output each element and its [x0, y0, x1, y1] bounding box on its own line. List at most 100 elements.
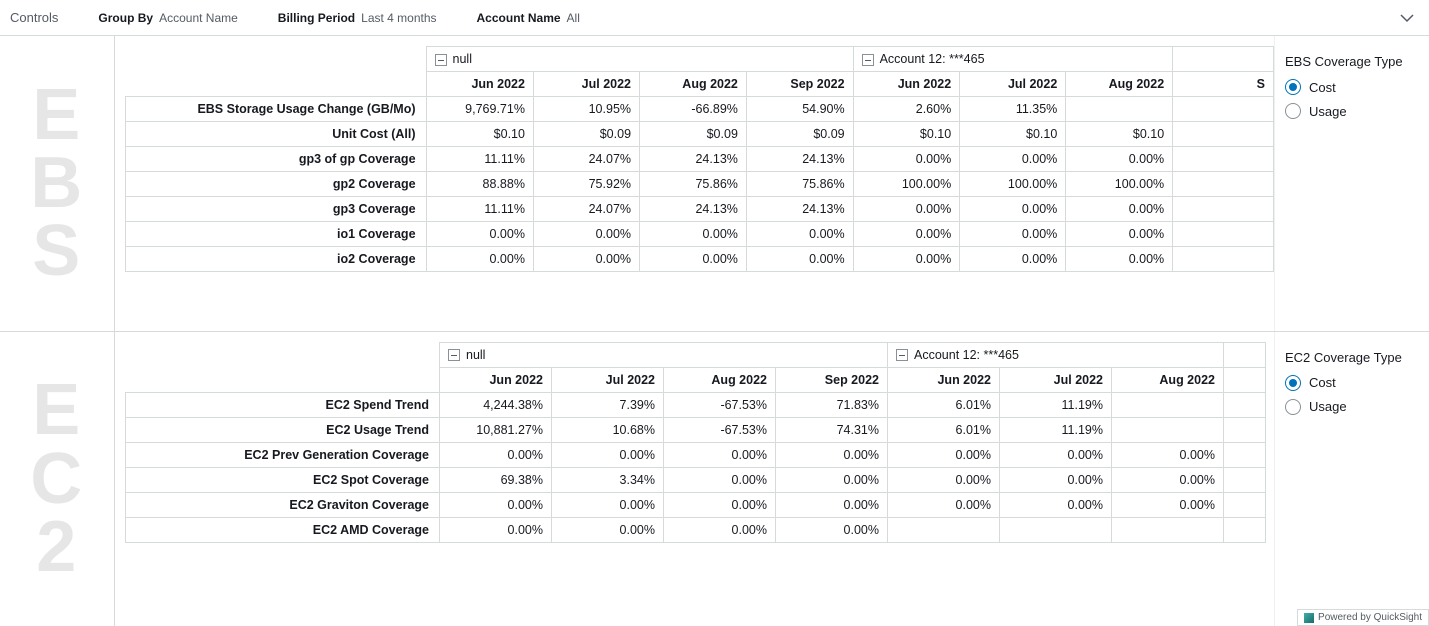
cell: 0.00%	[664, 442, 776, 467]
rail-ebs-label: E B S	[30, 81, 83, 286]
radio-usage[interactable]: Usage	[1285, 103, 1419, 119]
control-value: Last 4 months	[361, 11, 436, 25]
col-header[interactable]: Jun 2022	[426, 72, 533, 97]
collapse-icon[interactable]	[435, 54, 447, 66]
radio-cost[interactable]: Cost	[1285, 375, 1419, 391]
cell: 0.00%	[440, 492, 552, 517]
group-null[interactable]: null	[440, 342, 888, 367]
cell: 0.00%	[533, 222, 639, 247]
cell: 0.00%	[776, 492, 888, 517]
cell	[1224, 517, 1266, 542]
col-header[interactable]: Jun 2022	[440, 367, 552, 392]
row-label: gp3 Coverage	[126, 197, 427, 222]
cell: $0.10	[1066, 122, 1173, 147]
ec2-coverage-type-title: EC2 Coverage Type	[1285, 350, 1419, 365]
cell: 69.38%	[440, 467, 552, 492]
cell: 0.00%	[533, 247, 639, 272]
control-group-by[interactable]: Group By Account Name	[98, 11, 237, 25]
cell: 11.19%	[1000, 417, 1112, 442]
col-header[interactable]: Aug 2022	[640, 72, 747, 97]
radio-usage[interactable]: Usage	[1285, 399, 1419, 415]
control-billing-period[interactable]: Billing Period Last 4 months	[278, 11, 437, 25]
cell	[1224, 392, 1266, 417]
collapse-icon[interactable]	[862, 54, 874, 66]
cell: 0.00%	[746, 222, 853, 247]
col-header[interactable]: Jul 2022	[960, 72, 1066, 97]
row-label: io2 Coverage	[126, 247, 427, 272]
row-label: EC2 Graviton Coverage	[126, 492, 440, 517]
cell: 0.00%	[640, 247, 747, 272]
col-header[interactable]: Sep 2022	[776, 367, 888, 392]
cell	[1112, 417, 1224, 442]
col-header[interactable]: Jun 2022	[853, 72, 960, 97]
col-header[interactable]: Aug 2022	[1066, 72, 1173, 97]
cell: 3.34%	[552, 467, 664, 492]
cell	[1173, 97, 1274, 122]
cell: 11.11%	[426, 197, 533, 222]
table-row: EC2 Spot Coverage69.38%3.34%0.00%0.00%0.…	[126, 467, 1266, 492]
cell: 0.00%	[1000, 492, 1112, 517]
quicksight-icon	[1304, 613, 1314, 623]
collapse-icon[interactable]	[896, 349, 908, 361]
powered-by-quicksight[interactable]: Powered by QuickSight	[1297, 609, 1429, 626]
cell: 10.68%	[552, 417, 664, 442]
col-header[interactable]: Jul 2022	[533, 72, 639, 97]
group-account-12[interactable]: Account 12: ***465	[888, 342, 1224, 367]
row-label: gp2 Coverage	[126, 172, 427, 197]
cell: 24.13%	[746, 147, 853, 172]
cell: $0.10	[960, 122, 1066, 147]
cell: 0.00%	[440, 517, 552, 542]
col-header[interactable]: Aug 2022	[1112, 367, 1224, 392]
cell: 0.00%	[888, 467, 1000, 492]
cell: 0.00%	[1066, 247, 1173, 272]
cell: 0.00%	[888, 492, 1000, 517]
cell: 2.60%	[853, 97, 960, 122]
cell: 71.83%	[776, 392, 888, 417]
cell: 0.00%	[1112, 492, 1224, 517]
cell: 10.95%	[533, 97, 639, 122]
radio-cost[interactable]: Cost	[1285, 79, 1419, 95]
table-row: EC2 Usage Trend10,881.27%10.68%-67.53%74…	[126, 417, 1266, 442]
cell: 0.00%	[960, 147, 1066, 172]
cell: 7.39%	[552, 392, 664, 417]
table-row: EC2 Prev Generation Coverage0.00%0.00%0.…	[126, 442, 1266, 467]
cell: 11.19%	[1000, 392, 1112, 417]
cell: 0.00%	[664, 492, 776, 517]
col-header[interactable]: Jul 2022	[1000, 367, 1112, 392]
collapse-icon[interactable]	[448, 349, 460, 361]
cell: -66.89%	[640, 97, 747, 122]
cell: 75.86%	[746, 172, 853, 197]
cell: 0.00%	[888, 442, 1000, 467]
control-account-name[interactable]: Account Name All	[477, 11, 580, 25]
table-row: EC2 Spend Trend4,244.38%7.39%-67.53%71.8…	[126, 392, 1266, 417]
cell: 0.00%	[1066, 222, 1173, 247]
col-header[interactable]: Aug 2022	[664, 367, 776, 392]
row-label: EC2 Spend Trend	[126, 392, 440, 417]
ec2-pivot-table[interactable]: null Account 12: ***465 Jun 2022 Jul 202…	[125, 342, 1266, 543]
col-header[interactable]: Jun 2022	[888, 367, 1000, 392]
table-row: gp3 of gp Coverage11.11%24.07%24.13%24.1…	[126, 147, 1274, 172]
control-value: Account Name	[159, 11, 238, 25]
cell: 0.00%	[552, 492, 664, 517]
cell	[1224, 492, 1266, 517]
cell: 24.07%	[533, 147, 639, 172]
controls-title: Controls	[10, 10, 58, 25]
col-header[interactable]: Sep 2022	[746, 72, 853, 97]
group-account-12[interactable]: Account 12: ***465	[853, 47, 1173, 72]
cell: 0.00%	[1000, 467, 1112, 492]
table-row: EC2 AMD Coverage0.00%0.00%0.00%0.00%	[126, 517, 1266, 542]
table-row: EC2 Graviton Coverage0.00%0.00%0.00%0.00…	[126, 492, 1266, 517]
row-label: Unit Cost (All)	[126, 122, 427, 147]
cell: 24.13%	[746, 197, 853, 222]
radio-icon	[1285, 399, 1301, 415]
ebs-pivot-table[interactable]: null Account 12: ***465 Jun 2022 Jul 202…	[125, 46, 1274, 272]
cell: 24.13%	[640, 147, 747, 172]
ebs-coverage-type-panel: EBS Coverage Type Cost Usage	[1274, 36, 1429, 331]
col-header[interactable]: Jul 2022	[552, 367, 664, 392]
chevron-down-icon[interactable]	[1399, 10, 1415, 29]
row-label: io1 Coverage	[126, 222, 427, 247]
cell	[888, 517, 1000, 542]
col-header[interactable]: S	[1173, 72, 1274, 97]
ebs-coverage-type-title: EBS Coverage Type	[1285, 54, 1419, 69]
group-null[interactable]: null	[426, 47, 853, 72]
